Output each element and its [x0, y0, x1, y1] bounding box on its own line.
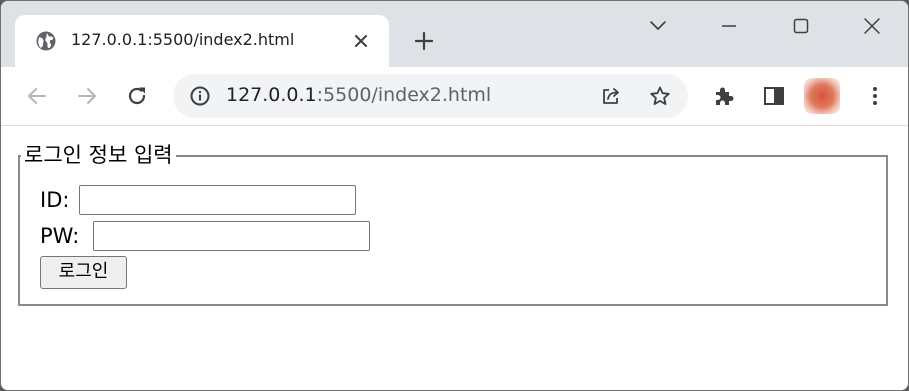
login-button[interactable]: 로그인: [40, 256, 127, 289]
chevron-down-icon[interactable]: [643, 11, 673, 41]
reload-icon[interactable]: [125, 84, 149, 108]
tab-active[interactable]: 127.0.0.1:5500/index2.html: [15, 15, 389, 67]
back-arrow-icon[interactable]: [25, 84, 49, 108]
url-host: 127.0.0.1: [226, 84, 317, 106]
url-path: :5500/index2.html: [316, 84, 492, 106]
side-panel-icon[interactable]: [762, 84, 786, 108]
close-window-icon[interactable]: [857, 11, 887, 41]
fieldset-legend: 로그인 정보 입력: [21, 140, 176, 170]
star-icon[interactable]: [649, 85, 671, 107]
address-bar[interactable]: 127.0.0.1:5500/index2.html: [173, 74, 688, 118]
tab-title: 127.0.0.1:5500/index2.html: [71, 30, 295, 49]
pw-label: PW:: [40, 224, 80, 248]
id-label: ID:: [40, 188, 70, 212]
tab-strip: 127.0.0.1:5500/index2.html: [1, 1, 908, 67]
share-icon[interactable]: [600, 85, 622, 107]
globe-icon: [36, 31, 56, 51]
plus-icon[interactable]: [413, 30, 435, 52]
browser-window: 127.0.0.1:5500/index2.html 127.0.0.1:550…: [0, 0, 909, 391]
kebab-menu-icon[interactable]: [863, 84, 887, 108]
forward-arrow-icon[interactable]: [75, 84, 99, 108]
id-row: ID:: [40, 184, 69, 216]
toolbar: 127.0.0.1:5500/index2.html: [1, 67, 908, 126]
maximize-icon[interactable]: [786, 11, 816, 41]
minimize-icon[interactable]: [714, 11, 744, 41]
profile-avatar[interactable]: [804, 78, 840, 114]
pw-row: PW:: [40, 220, 79, 252]
puzzle-icon[interactable]: [712, 84, 736, 108]
page-content: 로그인 정보 입력 ID: PW: 로그인: [1, 126, 908, 390]
url-text[interactable]: 127.0.0.1:5500/index2.html: [226, 84, 491, 106]
close-icon[interactable]: [353, 33, 369, 49]
pw-input[interactable]: [93, 221, 370, 251]
info-icon[interactable]: [189, 85, 211, 107]
id-input[interactable]: [79, 185, 356, 215]
